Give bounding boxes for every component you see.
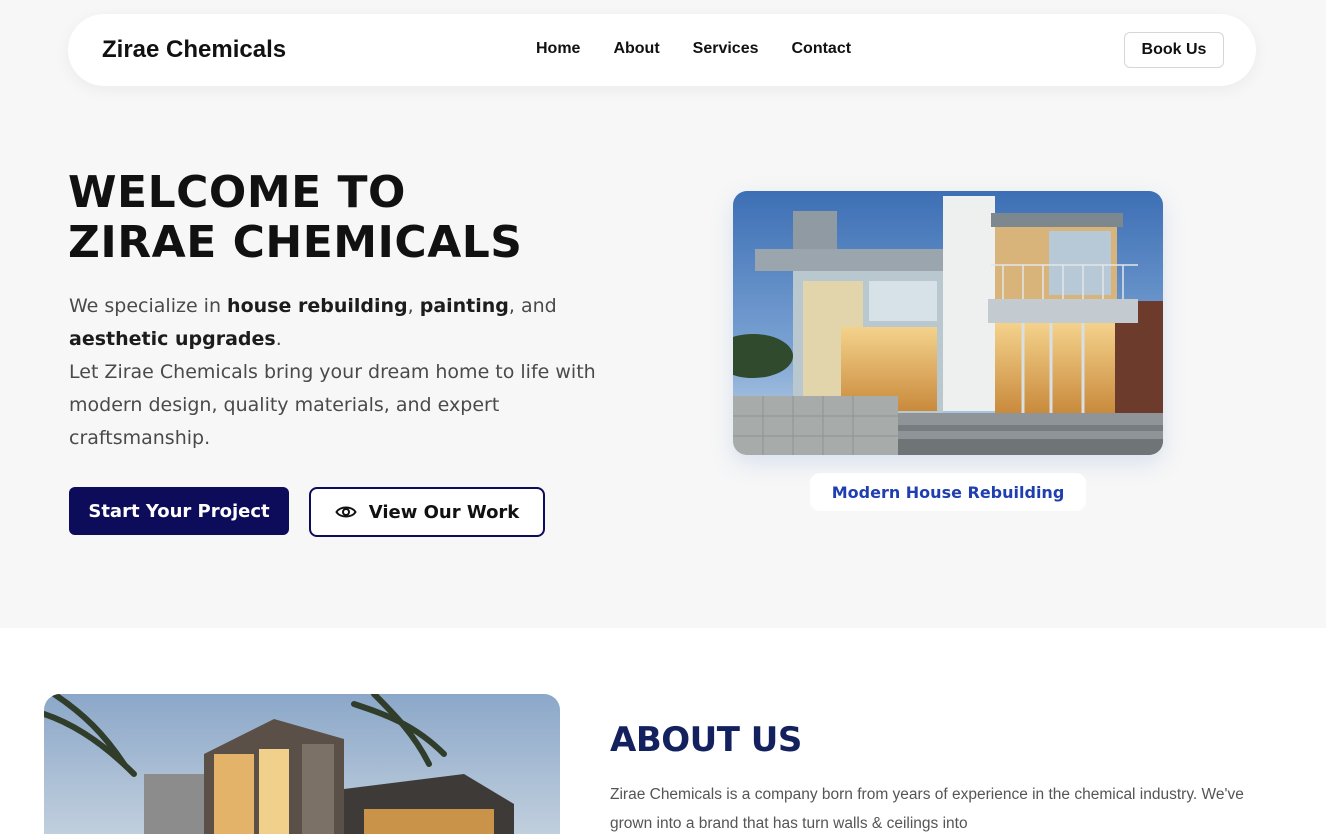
view-work-label: View Our Work bbox=[368, 501, 520, 523]
intro-line2: Let Zirae Chemicals bring your dream hom… bbox=[69, 361, 596, 449]
view-work-button[interactable]: View Our Work bbox=[309, 487, 545, 537]
eye-icon bbox=[335, 504, 357, 520]
modern-house-image bbox=[733, 191, 1163, 455]
book-us-button[interactable]: Book Us bbox=[1124, 32, 1224, 68]
about-title: ABOUT US bbox=[610, 720, 802, 760]
image-caption: Modern House Rebuilding bbox=[810, 473, 1086, 511]
intro-sep1: , bbox=[407, 295, 420, 317]
hero-description: We specialize in house rebuilding, paint… bbox=[69, 290, 629, 455]
hero-title-line2: ZIRAE CHEMICALS bbox=[68, 217, 523, 268]
intro-highlight-aesthetic: aesthetic upgrades bbox=[69, 328, 276, 350]
intro-prefix: We specialize in bbox=[69, 295, 228, 317]
navbar: Zirae Chemicals Home About Services Cont… bbox=[68, 14, 1256, 86]
hero-title: WELCOME TO ZIRAE CHEMICALS bbox=[68, 168, 522, 268]
intro-highlight-painting: painting bbox=[419, 295, 509, 317]
about-text: Zirae Chemicals is a company born from y… bbox=[610, 786, 1244, 832]
intro-highlight-rebuilding: house rebuilding bbox=[227, 295, 408, 317]
nav-link-services[interactable]: Services bbox=[693, 40, 759, 58]
intro-end: . bbox=[275, 328, 282, 350]
brand-logo[interactable]: Zirae Chemicals bbox=[102, 36, 286, 64]
about-house-image bbox=[44, 694, 560, 834]
nav-link-about[interactable]: About bbox=[613, 40, 659, 58]
start-project-button[interactable]: Start Your Project bbox=[69, 487, 289, 535]
nav-link-contact[interactable]: Contact bbox=[792, 40, 852, 58]
hero-title-line1: WELCOME TO bbox=[68, 167, 406, 218]
intro-sep2: , and bbox=[508, 295, 557, 317]
nav-link-home[interactable]: Home bbox=[536, 40, 580, 58]
nav-links: Home About Services Contact bbox=[536, 40, 884, 58]
